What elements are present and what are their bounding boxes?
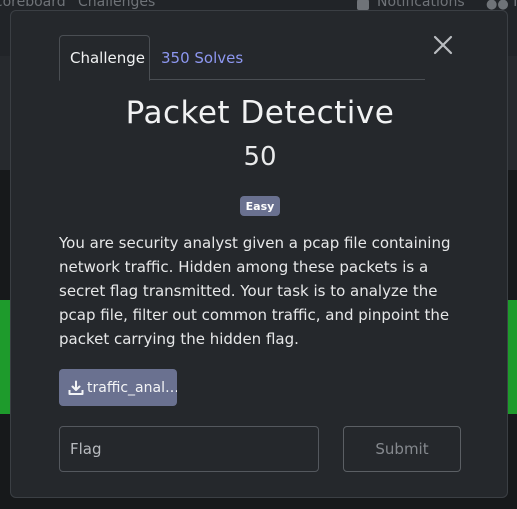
modal-tabs: Challenge 350 Solves: [59, 35, 425, 81]
background-team-label: T: [511, 0, 517, 10]
tab-challenge[interactable]: Challenge: [59, 35, 150, 81]
tab-solves[interactable]: 350 Solves: [151, 35, 253, 80]
challenge-points: 50: [243, 142, 277, 172]
download-icon: [68, 380, 84, 395]
close-icon[interactable]: [431, 33, 455, 57]
download-file-button[interactable]: traffic_anal…: [59, 369, 177, 406]
challenge-description: You are security analyst given a pcap fi…: [59, 234, 451, 348]
download-file-label: traffic_anal…: [87, 379, 177, 396]
background-notifications-label: Notifications: [377, 0, 465, 10]
challenge-modal: Challenge 350 Solves Packet Detective 50…: [10, 10, 508, 498]
flag-input[interactable]: [59, 426, 319, 472]
challenge-title: Packet Detective: [125, 95, 395, 131]
background-nav-scoreboard: Scoreboard: [0, 0, 66, 10]
background-nav-challenges: Challenges: [78, 0, 156, 10]
difficulty-badge: Easy: [240, 196, 280, 216]
submit-button[interactable]: Submit: [343, 426, 461, 472]
bell-icon: [357, 0, 369, 10]
